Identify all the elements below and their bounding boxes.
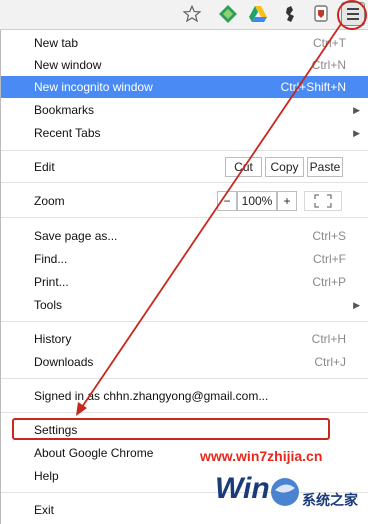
annotation-arrowhead — [76, 402, 87, 416]
menu-highlight-circle — [337, 0, 367, 30]
annotation-arrow-line — [79, 23, 342, 411]
annotation-overlay — [76, 0, 367, 416]
watermark-brand-text: 系统之家 — [302, 492, 358, 508]
svg-text:Win: Win — [215, 472, 270, 505]
watermark-logo: Win — [215, 472, 299, 506]
